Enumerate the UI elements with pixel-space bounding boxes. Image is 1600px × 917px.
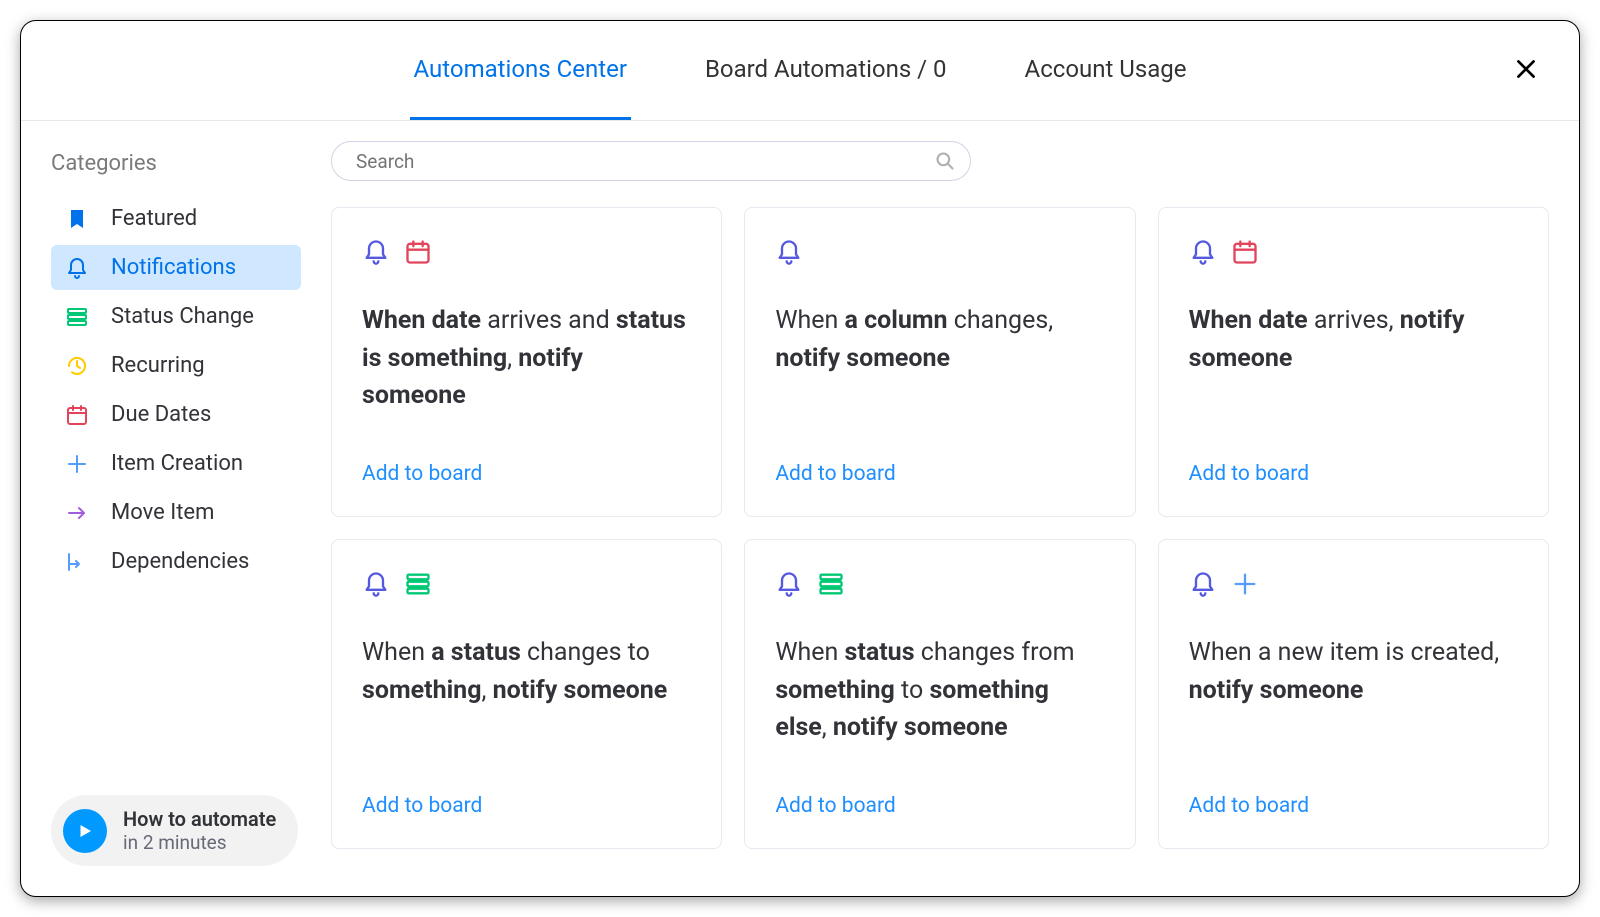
calendar-icon (65, 403, 89, 427)
tab-bar: Automations Center Board Automations / 0 A… (410, 21, 1191, 120)
automation-card: When status changes from something to so… (744, 539, 1135, 849)
tab-2[interactable]: Account Usage (1021, 21, 1191, 120)
sidebar-item-notifications[interactable]: Notifications (51, 245, 301, 290)
sidebar-item-label: Move Item (111, 500, 214, 525)
plus-icon (65, 452, 89, 476)
sidebar-item-featured[interactable]: Featured (51, 196, 301, 241)
plus-icon (1231, 570, 1259, 598)
sidebar-item-dependencies[interactable]: Dependencies (51, 539, 301, 584)
categories-title: Categories (51, 151, 301, 176)
status-icon (817, 570, 845, 598)
play-icon (63, 809, 107, 853)
sidebar-item-recurring[interactable]: Recurring (51, 343, 301, 388)
automation-card: When date arrives and status is somethin… (331, 207, 722, 517)
automation-card: When a column changes, notify someoneAdd… (744, 207, 1135, 517)
search-input[interactable] (331, 141, 971, 181)
bell-icon (362, 238, 390, 266)
bell-icon (1189, 238, 1217, 266)
add-to-board-link[interactable]: Add to board (362, 462, 691, 486)
howto-line1: How to automate (123, 807, 276, 831)
recurring-icon (65, 354, 89, 378)
calendar-icon (404, 238, 432, 266)
tab-0[interactable]: Automations Center (410, 21, 631, 120)
bell-icon (65, 256, 89, 280)
close-button[interactable] (1513, 56, 1539, 86)
sidebar-item-item-creation[interactable]: Item Creation (51, 441, 301, 486)
sidebar-item-status-change[interactable]: Status Change (51, 294, 301, 339)
sidebar-item-move-item[interactable]: Move Item (51, 490, 301, 535)
sidebar-item-due-dates[interactable]: Due Dates (51, 392, 301, 437)
recipe-text: When a status changes to something, noti… (362, 634, 691, 794)
tab-1[interactable]: Board Automations / 0 (701, 21, 951, 120)
sidebar-item-label: Featured (111, 206, 197, 231)
how-to-automate-button[interactable]: How to automate in 2 minutes (51, 795, 298, 866)
add-to-board-link[interactable]: Add to board (1189, 462, 1518, 486)
bell-icon (775, 570, 803, 598)
arrow-icon (65, 501, 89, 525)
add-to-board-link[interactable]: Add to board (775, 462, 1104, 486)
close-icon (1513, 56, 1539, 82)
automation-card: When a new item is created, notify someo… (1158, 539, 1549, 849)
sidebar-item-label: Notifications (111, 255, 236, 280)
sidebar-item-label: Item Creation (111, 451, 243, 476)
bell-icon (775, 238, 803, 266)
add-to-board-link[interactable]: Add to board (1189, 794, 1518, 818)
bookmark-icon (65, 207, 89, 231)
automation-card: When a status changes to something, noti… (331, 539, 722, 849)
recipe-text: When date arrives, notify someone (1189, 302, 1518, 462)
recipe-text: When status changes from something to so… (775, 634, 1104, 794)
bell-icon (362, 570, 390, 598)
recipe-text: When a new item is created, notify someo… (1189, 634, 1518, 794)
sidebar-item-label: Dependencies (111, 549, 249, 574)
add-to-board-link[interactable]: Add to board (775, 794, 1104, 818)
status-icon (65, 305, 89, 329)
add-to-board-link[interactable]: Add to board (362, 794, 691, 818)
recipe-text: When a column changes, notify someone (775, 302, 1104, 462)
automation-card: When date arrives, notify someoneAdd to … (1158, 207, 1549, 517)
status-icon (404, 570, 432, 598)
header: Automations Center Board Automations / 0 A… (21, 21, 1579, 121)
sidebar-item-label: Status Change (111, 304, 254, 329)
howto-line2: in 2 minutes (123, 831, 276, 854)
dependency-icon (65, 550, 89, 574)
sidebar: Categories Featured Notifications Status C… (21, 121, 311, 896)
calendar-icon (1231, 238, 1259, 266)
sidebar-item-label: Recurring (111, 353, 205, 378)
bell-icon (1189, 570, 1217, 598)
recipe-text: When date arrives and status is somethin… (362, 302, 691, 462)
main-panel: When date arrives and status is somethin… (311, 121, 1579, 896)
sidebar-item-label: Due Dates (111, 402, 211, 427)
